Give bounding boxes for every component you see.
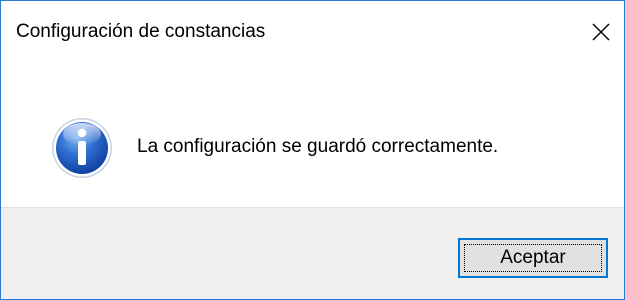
title-bar[interactable]: Configuración de constancias (1, 1, 624, 65)
close-icon (592, 23, 610, 41)
close-button[interactable] (578, 1, 624, 65)
accept-button-label: Aceptar (464, 244, 602, 272)
info-icon (52, 118, 112, 178)
button-bar: Aceptar (1, 207, 624, 299)
message-text: La configuración se guardó correctamente… (137, 136, 499, 157)
accept-button[interactable]: Aceptar (458, 238, 608, 278)
window-title: Configuración de constancias (16, 21, 266, 42)
dialog-body: La configuración se guardó correctamente… (1, 65, 624, 205)
message-dialog: Configuración de constancias La configur… (0, 0, 625, 300)
